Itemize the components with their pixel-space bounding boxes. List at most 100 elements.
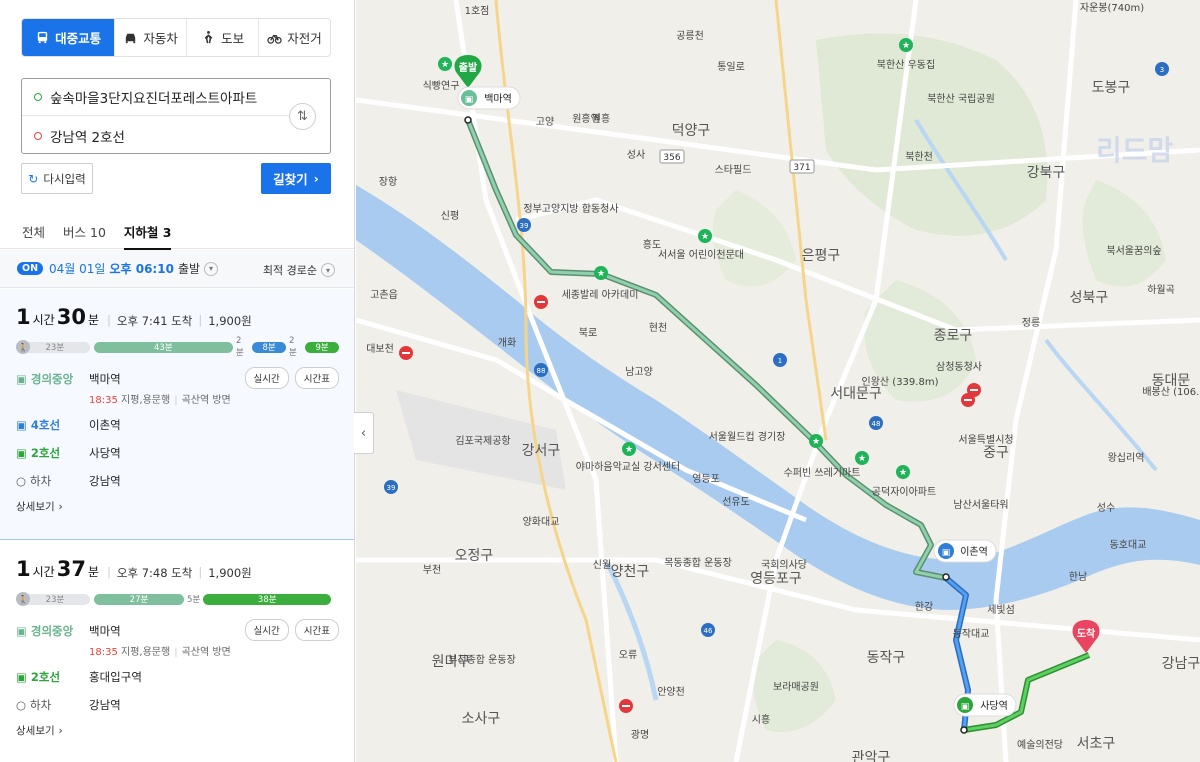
svg-text:광명: 광명 [631,729,649,741]
svg-text:★: ★ [441,60,449,70]
svg-text:39: 39 [520,222,529,230]
stream [603,558,659,701]
park-area [712,190,796,287]
route-panel: 대중교통 자동차 도보 자전거 숲속마을3단지요진더포레스트아파트 강남역 2호… [0,0,355,762]
step-item: ▣ 경의중앙 백마역 실시간 시간표 [16,619,339,641]
step-list: ▣ 경의중앙 백마역 실시간 시간표 18:35 지평,용문행 | 곡산역 방면 ▣ 4… [16,367,339,495]
svg-text:성북구: 성북구 [1070,290,1109,306]
sort-label: 최적 경로순 [262,264,317,277]
departure-time[interactable]: 오후 06:10 [109,260,173,277]
chevron-down-icon[interactable]: ▾ [204,261,219,276]
refresh-icon: ↻ [28,171,39,186]
transfer-walk: 2분 [235,336,244,358]
mode-walk-button[interactable]: 도보 [186,19,258,56]
svg-text:371: 371 [793,163,810,173]
detail-link[interactable]: 상세보기 › [16,723,339,738]
svg-text:남산서울타워: 남산서울타워 [953,498,1008,511]
svg-text:하월곡: 하월곡 [1147,283,1175,296]
tab-all[interactable]: 전체 [22,213,45,249]
step-station: 백마역 [89,372,121,386]
svg-text:종로구: 종로구 [934,328,973,344]
step-item: ○ 하차 강남역 [16,473,339,495]
train-icon: ▣ [16,446,27,460]
minute-unit: 분 [87,313,99,327]
map-view[interactable]: 356 371 39 39 88 48 46 1 3 덕양구 은평구 종로구 서… [356,0,1200,762]
departure-date[interactable]: 04월 01일 [49,260,105,277]
route-result-2[interactable]: 1 시간 37 분 | 오후 7:48 도착 | 1,900원 🚶 23분 27… [0,541,354,762]
watermark: 리드맘 [1096,134,1174,167]
detail-link[interactable]: 상세보기 › [16,499,339,514]
svg-text:공릉천: 공릉천 [676,30,704,42]
svg-text:배봉산 (106.03m): 배봉산 (106.03m) [1142,386,1200,398]
svg-text:국회의사당: 국회의사당 [761,559,807,571]
step-item: ▣ 2호선 홍대입구역 [16,669,339,697]
route-result-1[interactable]: 1 시간 30 분 | 오후 7:41 도착 | 1,900원 🚶 23분 43… [0,289,354,540]
realtime-button[interactable]: 실시간 [244,367,289,389]
svg-text:북한산 우동집: 북한산 우동집 [877,59,935,71]
svg-text:세빛섬: 세빛섬 [987,604,1015,616]
end-marker: 도착 [1072,620,1100,653]
origin-field[interactable]: 숲속마을3단지요진더포레스트아파트 [22,79,294,116]
svg-text:동작구: 동작구 [867,650,906,666]
svg-text:서울월드컵 경기장: 서울월드컵 경기장 [709,430,786,443]
svg-text:안양천: 안양천 [657,686,685,698]
svg-text:백마역: 백마역 [484,93,512,105]
svg-text:3: 3 [1160,66,1164,74]
origin-text: 숲속마을3단지요진더포레스트아파트 [50,91,258,107]
svg-text:대보천: 대보천 [366,343,394,355]
svg-text:덕양구: 덕양구 [672,123,711,139]
find-route-button[interactable]: 길찾기 › [261,163,331,194]
svg-text:★: ★ [902,41,910,51]
step-station: 강남역 [89,698,121,712]
step-station: 백마역 [89,624,121,638]
svg-text:성사: 성사 [627,149,645,161]
timetable-button[interactable]: 시간표 [294,619,339,641]
step-line-label: ▣ 2호선 [16,670,61,684]
segment-bar: 🚶 23분 27분 5분 38분 [16,591,339,607]
duration-minutes: 30 [56,305,86,329]
svg-text:야마하음악교실 강서센터: 야마하음악교실 강서센터 [576,460,680,473]
svg-text:★: ★ [858,454,866,464]
reset-button[interactable]: ↻ 다시입력 [21,163,93,194]
svg-text:고양: 고양 [536,116,554,128]
svg-text:왕십리역: 왕십리역 [1108,452,1145,464]
svg-text:김포국제공항: 김포국제공항 [455,435,510,447]
walk-icon: 🚶 [16,340,30,354]
sort-dropdown[interactable]: 최적 경로순 ▾ [263,262,335,278]
arrival-time: 오후 7:48 도착 [116,566,193,580]
duration-minutes: 37 [56,557,86,581]
walk-segment: 23분 [20,341,90,353]
timetable-button[interactable]: 시간표 [294,367,339,389]
departure-suffix: 출발 [177,262,201,276]
svg-text:선유도: 선유도 [722,496,750,508]
bus-icon [37,31,48,44]
svg-text:은평구: 은평구 [802,248,841,264]
svg-text:★: ★ [899,468,907,478]
walk-icon [204,30,213,44]
park-area [1082,180,1166,287]
mode-car-button[interactable]: 자동차 [114,19,186,56]
swap-route-button[interactable]: ⇅ [289,103,316,130]
mode-label: 대중교통 [55,31,102,46]
chevron-right-icon: › [313,171,319,186]
route-line-2-inner [963,653,1090,732]
mode-bicycle-button[interactable]: 자전거 [258,19,330,56]
realtime-button[interactable]: 실시간 [244,619,289,641]
transfer-walk: 5분 [187,595,201,605]
svg-text:사당역: 사당역 [980,700,1008,712]
collapse-panel-button[interactable]: ‹ [354,412,374,454]
circle-icon: ○ [16,698,27,712]
svg-text:48: 48 [872,420,881,428]
svg-text:이촌역: 이촌역 [960,546,988,558]
svg-text:신월: 신월 [593,559,611,571]
svg-text:▣: ▣ [961,702,970,712]
on-badge[interactable]: ON [17,262,44,275]
step-line-label: ▣ 경의중앙 [16,624,74,638]
tab-bus[interactable]: 버스 10 [63,213,106,249]
chevron-down-icon: ▾ [321,263,335,277]
line-segment-green: 38분 [203,593,332,605]
mode-label: 도보 [221,31,245,46]
mode-transit-button[interactable]: 대중교통 [22,19,115,56]
destination-field[interactable]: 강남역 2호선 [22,117,294,154]
tab-subway[interactable]: 지하철 3 [123,213,171,250]
